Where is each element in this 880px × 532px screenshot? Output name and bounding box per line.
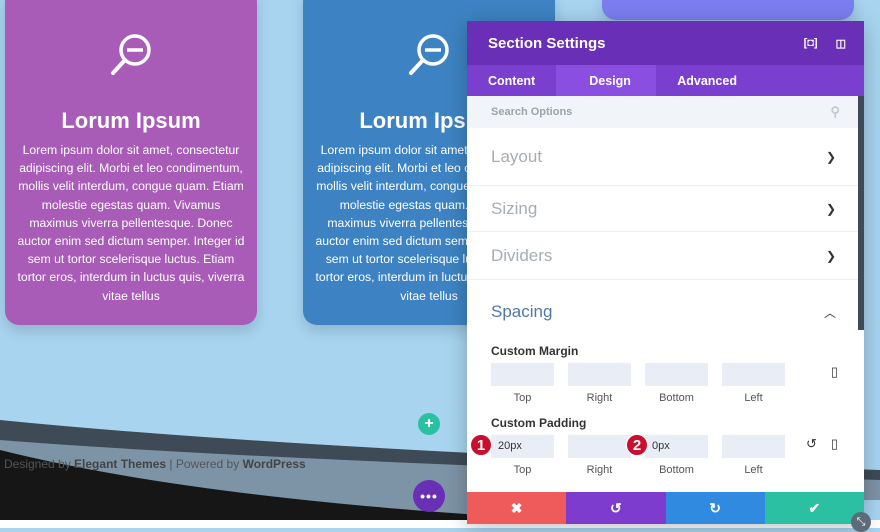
panel-scrollbar[interactable]	[858, 96, 864, 330]
field-label: Right	[586, 392, 613, 404]
field-label: Left	[744, 464, 763, 476]
tab-content[interactable]: Content	[467, 65, 556, 96]
section-settings-panel: Section Settings [◘] ◫ Content Design Adv…	[467, 21, 864, 524]
zoom-out-icon	[409, 34, 449, 75]
margin-label: Custom Margin	[491, 344, 579, 358]
margin-top-input[interactable]	[491, 363, 554, 386]
field-label: Bottom	[659, 464, 694, 476]
responsive-phone-icon[interactable]: ▯	[831, 364, 838, 380]
redo-button[interactable]: ↻	[665, 492, 765, 524]
fullscreen-icon[interactable]: [◘]	[804, 37, 818, 50]
elegant-themes-link[interactable]: Elegant Themes	[74, 457, 166, 471]
field-label: Top	[513, 464, 532, 476]
section-sizing[interactable]: Sizing ❯	[467, 186, 864, 232]
chevron-down-icon: ❯	[825, 248, 836, 263]
cancel-button[interactable]: ✖	[467, 492, 567, 524]
split-view-icon[interactable]: ◫	[836, 37, 846, 50]
padding-left-input[interactable]	[722, 435, 785, 458]
card-1: Lorum Ipsum Lorem ipsum dolor sit amet, …	[5, 0, 257, 325]
padding-bottom-input[interactable]: 0px	[645, 435, 708, 458]
margin-right-input[interactable]	[568, 363, 631, 386]
tab-advanced[interactable]: Advanced	[656, 65, 758, 96]
custom-padding-group: Custom Padding 20px Top Right 0px Bottom L…	[467, 416, 864, 476]
check-icon: ✔	[808, 499, 821, 516]
tab-design[interactable]: Design	[556, 65, 657, 96]
annotation-badge-2: 2	[626, 434, 648, 456]
footer-credits: Designed by Elegant Themes | Powered by …	[4, 457, 306, 471]
panel-header: Section Settings [◘] ◫	[467, 21, 864, 65]
field-label: Right	[586, 464, 613, 476]
search-icon: ⚲	[830, 104, 840, 119]
card-3	[602, 0, 854, 20]
wordpress-link[interactable]: WordPress	[243, 457, 306, 471]
section-dividers[interactable]: Dividers ❯	[467, 232, 864, 280]
section-layout[interactable]: Layout ❯	[467, 128, 864, 186]
padding-right-input[interactable]	[568, 435, 631, 458]
field-label: Left	[744, 392, 763, 404]
undo-icon: ↺	[610, 499, 622, 516]
custom-margin-group: Custom Margin Top Right Bottom Left ▯	[467, 344, 864, 416]
field-label: Top	[513, 392, 532, 404]
responsive-phone-icon[interactable]: ▯	[831, 436, 838, 452]
section-spacing[interactable]: Spacing ︿	[467, 280, 864, 344]
close-icon: ✖	[510, 499, 523, 516]
padding-top-input[interactable]: 20px	[491, 435, 554, 458]
chevron-down-icon: ❯	[825, 149, 836, 164]
zoom-out-icon	[111, 34, 151, 75]
save-button[interactable]: ✔	[764, 492, 864, 524]
annotation-badge-1: 1	[470, 434, 492, 456]
margin-bottom-input[interactable]	[645, 363, 708, 386]
reset-icon[interactable]: ↺	[806, 436, 817, 452]
search-input[interactable]: Search Options ⚲	[467, 96, 864, 128]
redo-icon: ↻	[709, 499, 721, 516]
field-label: Bottom	[659, 392, 694, 404]
add-section-button[interactable]: +	[418, 413, 440, 435]
card-body: Lorem ipsum dolor sit amet, consectetur …	[17, 143, 245, 303]
chevron-up-icon: ︿	[823, 305, 836, 320]
card-title: Lorum Ipsum	[61, 108, 201, 133]
panel-title: Section Settings	[488, 34, 606, 52]
margin-left-input[interactable]	[722, 363, 785, 386]
chevron-down-icon: ❯	[825, 201, 836, 216]
undo-button[interactable]: ↺	[566, 492, 666, 524]
resize-handle-icon[interactable]: ⤡	[851, 512, 871, 532]
builder-menu-button[interactable]: •••	[413, 480, 445, 512]
padding-label: Custom Padding	[491, 416, 587, 430]
